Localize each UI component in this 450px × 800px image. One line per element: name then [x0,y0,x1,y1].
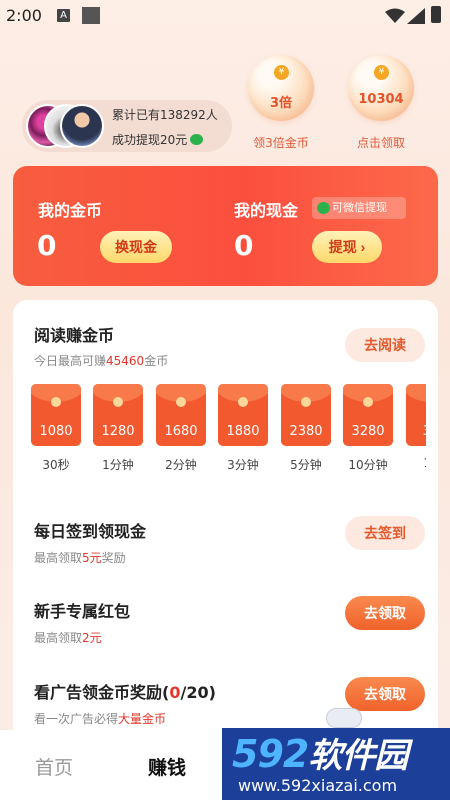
task-sub-prefix: 看一次广告必得 [34,712,119,726]
red-envelope[interactable]: 1080 [31,384,81,446]
notification-square-icon [82,7,100,24]
task-sub-prefix: 最高领取 [34,551,83,565]
watermark-number: 592 [232,732,309,776]
bubble-value: 3倍 [269,96,293,111]
avatar [60,104,104,148]
wechat-icon [317,202,330,214]
app-notification-icon: A [57,9,70,22]
coins-value: 0 [37,229,57,262]
envelope-seal-icon [51,397,61,407]
envelope-duration: 3分钟 [227,458,259,472]
reading-subtitle: 今日最高可赚45460金币 [34,352,168,369]
task-sub-prefix: 最高领取 [34,631,83,645]
reading-envelope-row: 1080 30秒 1280 1分钟 1680 2分钟 1880 3分钟 2380 5分钟 3280 1… [31,384,426,474]
go-reading-button[interactable]: 去阅读 [345,328,425,362]
watermark-text: 软件园 [308,736,408,776]
watermark-logo: 592软件园 [232,728,408,777]
red-envelope[interactable]: 1680 [156,384,206,446]
claim-ad-button[interactable]: 去领取 [345,677,425,711]
reading-sub-prefix: 今日最高可赚 [34,354,107,368]
nav-home-tab[interactable]: 首页 [35,753,73,780]
envelope-value: 2380 [289,424,323,439]
coins-title: 我的金币 [38,201,103,220]
envelope-seal-icon [113,397,123,407]
battery-icon [431,6,441,23]
red-envelope[interactable]: 1880 [218,384,268,446]
task-sub-highlight: 大量金币 [118,712,167,726]
red-envelope[interactable]: 1280 [93,384,143,446]
reading-sub-suffix: 金币 [144,354,169,368]
bubble-label[interactable]: 领3倍金币 [236,134,326,151]
wechat-badge-text: 可微信提现 [332,201,387,214]
cash-title: 我的现金 [234,201,299,220]
wechat-withdraw-badge: 可微信提现 [312,197,406,219]
task-sub-highlight: 2元 [82,631,102,645]
task-title: 看广告领金币奖励(0/20) [34,679,216,703]
envelope-duration: 1分钟 [102,458,134,472]
envelope-seal-icon [301,397,311,407]
status-time: 2:00 [6,6,42,25]
envelope-value: 1080 [39,424,73,439]
task-title-suffix: /20) [180,683,216,702]
envelope-value: 30 [406,424,426,439]
task-subtitle: 最高领取2元 [34,629,102,646]
envelope-flap [406,384,426,402]
envelope-duration: 5分钟 [290,458,322,472]
claim-coins-bubble[interactable]: ¥ 10304 [348,55,414,121]
sign-in-button[interactable]: 去签到 [345,516,425,550]
exchange-cash-button[interactable]: 换现金 [100,231,172,263]
envelope-value: 3280 [351,424,385,439]
signal-icon [407,8,425,24]
envelope-seal-icon [176,397,186,407]
wallet-card [13,166,438,286]
reading-sub-highlight: 45460 [106,354,145,368]
ticker-withdraw-text: 成功提现20元 [112,133,188,147]
wifi-icon [385,8,405,23]
task-title: 每日签到领现金 [34,522,147,541]
nav-earn-tab[interactable]: 赚钱 [148,753,186,780]
task-subtitle: 最高领取5元奖励 [34,549,126,566]
envelope-value: 1280 [101,424,135,439]
envelope-duration: 15 [406,456,426,470]
envelope-seal-icon [238,397,248,407]
task-title: 新手专属红包 [34,602,131,621]
ticker-withdraw-line: 成功提现20元 [112,131,204,148]
red-envelope[interactable]: 3280 [343,384,393,446]
task-subtitle: 看一次广告必得大量金币 [34,710,166,727]
bubble-value: 10304 [358,92,404,107]
envelope-duration: 2分钟 [165,458,197,472]
claim-newbie-button[interactable]: 去领取 [345,596,425,630]
bubble-label[interactable]: 点击领取 [336,134,426,151]
envelope-duration: 10分钟 [348,458,388,472]
coin-icon: ¥ [374,65,389,80]
status-bar: 2:00 A [0,0,450,32]
coin-icon: ¥ [274,65,289,80]
gamepad-icon [326,708,362,728]
wechat-icon [190,134,204,145]
watermark-url: www.592xiazai.com [238,776,398,795]
task-sub-suffix: 奖励 [101,551,126,565]
red-envelope[interactable]: 30 [406,384,426,446]
triple-coins-bubble[interactable]: ¥ 3倍 [248,55,314,121]
envelope-value: 1680 [164,424,198,439]
task-sub-highlight: 5元 [82,551,102,565]
envelope-seal-icon [363,397,373,407]
withdraw-button[interactable]: 提现 › [312,231,382,263]
task-title-prefix: 看广告领金币奖励( [34,683,170,702]
task-title-highlight: 0 [169,683,181,702]
envelope-duration: 30秒 [42,458,70,472]
reading-title: 阅读赚金币 [34,326,115,345]
red-envelope[interactable]: 2380 [281,384,331,446]
envelope-value: 1880 [226,424,260,439]
cash-value: 0 [234,229,254,262]
ticker-total-users: 累计已有138292人 [112,108,218,122]
